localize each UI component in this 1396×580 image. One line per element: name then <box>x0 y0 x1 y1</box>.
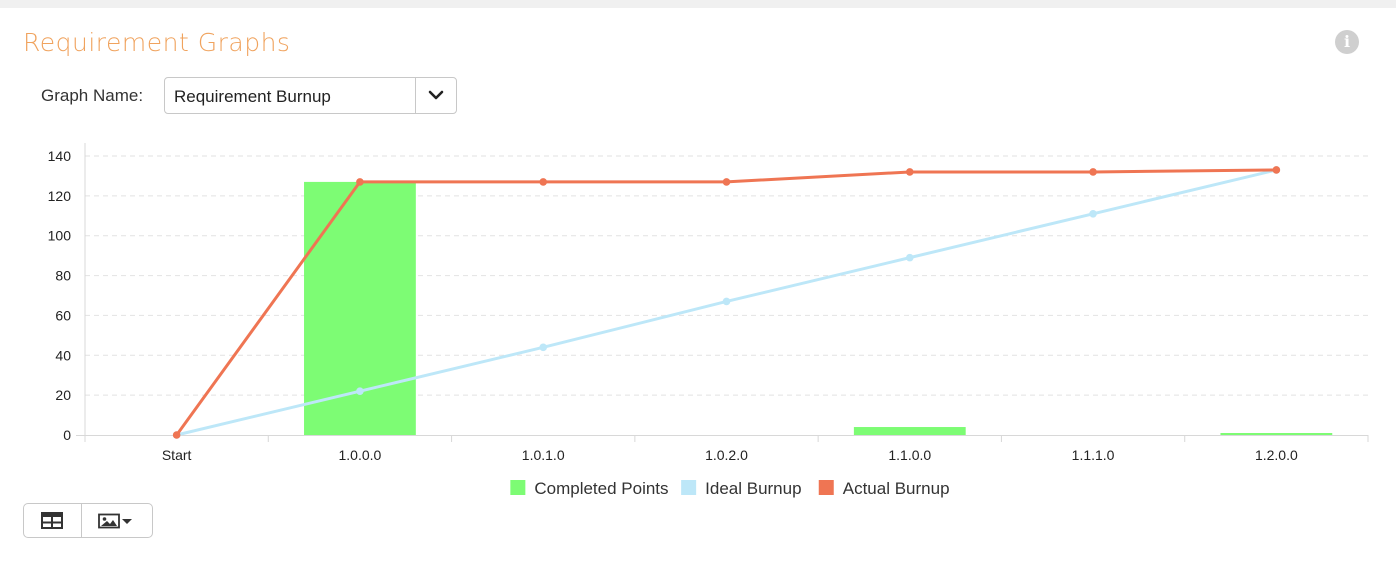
x-tick-label: Start <box>162 447 192 463</box>
chart-axes: 0 20 40 60 80 100 120 140 Start 1.0.0.0 1.0.1.0 1.0… <box>48 143 1369 463</box>
y-tick-label: 0 <box>63 427 71 443</box>
ideal-burnup-point <box>356 387 364 395</box>
ideal-burnup-point <box>539 343 548 352</box>
legend-swatch-ideal-burnup <box>681 480 697 495</box>
ideal-burnup-point <box>905 253 914 262</box>
export-image-button[interactable] <box>82 504 152 537</box>
y-tick-label: 120 <box>48 188 72 204</box>
graph-toolbar <box>23 503 153 538</box>
completed-points-bar <box>1220 433 1333 435</box>
x-tick-label: 1.2.0.0 <box>1255 447 1298 463</box>
x-tick-label: 1.0.0.0 <box>339 447 382 463</box>
actual-burnup-point <box>1272 166 1281 174</box>
y-tick-label: 80 <box>55 268 71 284</box>
y-tick-label: 100 <box>48 228 72 244</box>
x-tick-label: 1.0.1.0 <box>522 447 565 463</box>
legend-label-actual-burnup: Actual Burnup <box>843 479 950 498</box>
legend-swatch-actual-burnup <box>818 480 834 495</box>
y-tick-label: 140 <box>48 148 72 164</box>
x-tick-label: 1.1.1.0 <box>1072 447 1115 463</box>
x-tick-label: 1.1.0.0 <box>888 447 931 463</box>
ideal-burnup-point <box>722 297 731 306</box>
caret-down-icon <box>121 518 132 524</box>
table-icon <box>41 512 64 529</box>
chart-grid <box>85 155 1368 396</box>
actual-burnup-point <box>356 178 364 186</box>
x-tick-label: 1.0.2.0 <box>705 447 748 463</box>
actual-burnup-point <box>905 168 914 176</box>
completed-points-bar <box>304 181 416 435</box>
y-tick-label: 20 <box>55 387 71 403</box>
y-tick-label: 40 <box>55 347 71 363</box>
image-icon <box>97 513 120 528</box>
view-table-button[interactable] <box>24 504 82 537</box>
actual-burnup-point <box>539 178 548 186</box>
legend-label-ideal-burnup: Ideal Burnup <box>705 479 801 498</box>
requirement-burnup-chart: 0 20 40 60 80 100 120 140 Start 1.0.0.0 1.0.1.0 1.0… <box>48 143 1369 498</box>
legend-label-completed-points: Completed Points <box>534 479 668 498</box>
completed-points-bar <box>853 427 966 435</box>
ideal-burnup-point <box>1089 209 1097 218</box>
actual-burnup-point <box>172 431 181 439</box>
y-tick-label: 60 <box>55 307 71 323</box>
legend-swatch-completed-points <box>510 480 526 495</box>
chart-legend[interactable]: Completed Points Ideal Burnup Actual Burnu… <box>510 479 950 498</box>
completed-points-bars <box>304 181 1333 435</box>
actual-burnup-point <box>722 178 731 186</box>
actual-burnup-point <box>1089 168 1097 176</box>
image-export-icons <box>97 513 132 528</box>
